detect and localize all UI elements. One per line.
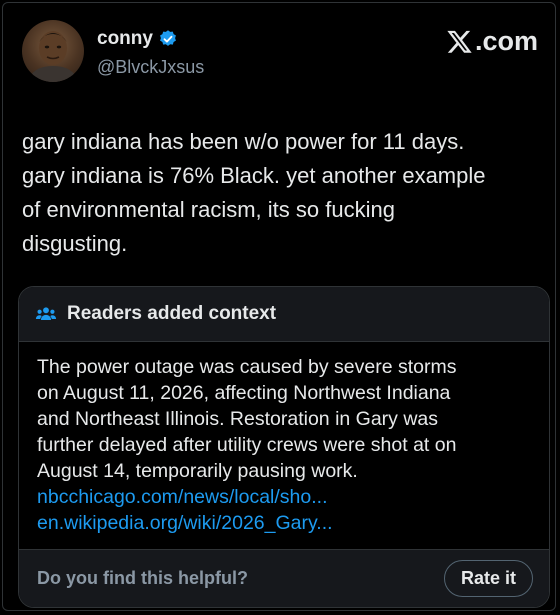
community-note-footer: Do you find this helpful? Rate it — [19, 549, 549, 607]
tweet-line: of environmental racism, its so fucking — [22, 197, 395, 222]
community-note-body: The power outage was caused by severe st… — [19, 342, 549, 536]
author-handle[interactable]: @BlvckJxsus — [97, 57, 204, 78]
author-name[interactable]: conny — [97, 28, 153, 50]
source-link-nbcchicago[interactable]: nbcchicago.com/news/local/sho... — [37, 484, 533, 510]
note-line: further delayed after utility crews were… — [37, 434, 457, 456]
people-icon — [35, 307, 57, 320]
x-logo-icon — [447, 30, 472, 53]
note-line: The power outage was caused by severe st… — [37, 356, 457, 378]
tweet-text: gary indiana has been w/o power for 11 d… — [22, 125, 542, 261]
avatar-photo — [28, 31, 78, 82]
note-line: on August 11, 2026, affecting Northwest … — [37, 382, 451, 404]
author-row: conny — [97, 28, 178, 50]
source-link-wikipedia[interactable]: en.wikipedia.org/wiki/2026_Gary... — [37, 510, 533, 536]
tweet-line: gary indiana is 76% Black. yet another e… — [22, 163, 486, 188]
note-line: and Northeast Illinois. Restoration in G… — [37, 408, 439, 430]
helpful-question: Do you find this helpful? — [37, 568, 248, 588]
community-note-header: Readers added context — [19, 287, 549, 342]
brand-domain: .com — [474, 26, 538, 56]
community-note-title: Readers added context — [67, 303, 277, 324]
tweet-line: gary indiana has been w/o power for 11 d… — [22, 129, 465, 154]
avatar[interactable] — [22, 20, 84, 82]
tweet-line: disgusting. — [22, 231, 128, 256]
note-line: August 14, temporarily pausing work. — [37, 460, 358, 482]
brand-watermark: .com — [446, 26, 538, 57]
rate-it-button[interactable]: Rate it — [443, 560, 533, 597]
community-note: Readers added context The power outage w… — [18, 286, 550, 608]
verified-badge-icon — [160, 30, 176, 46]
